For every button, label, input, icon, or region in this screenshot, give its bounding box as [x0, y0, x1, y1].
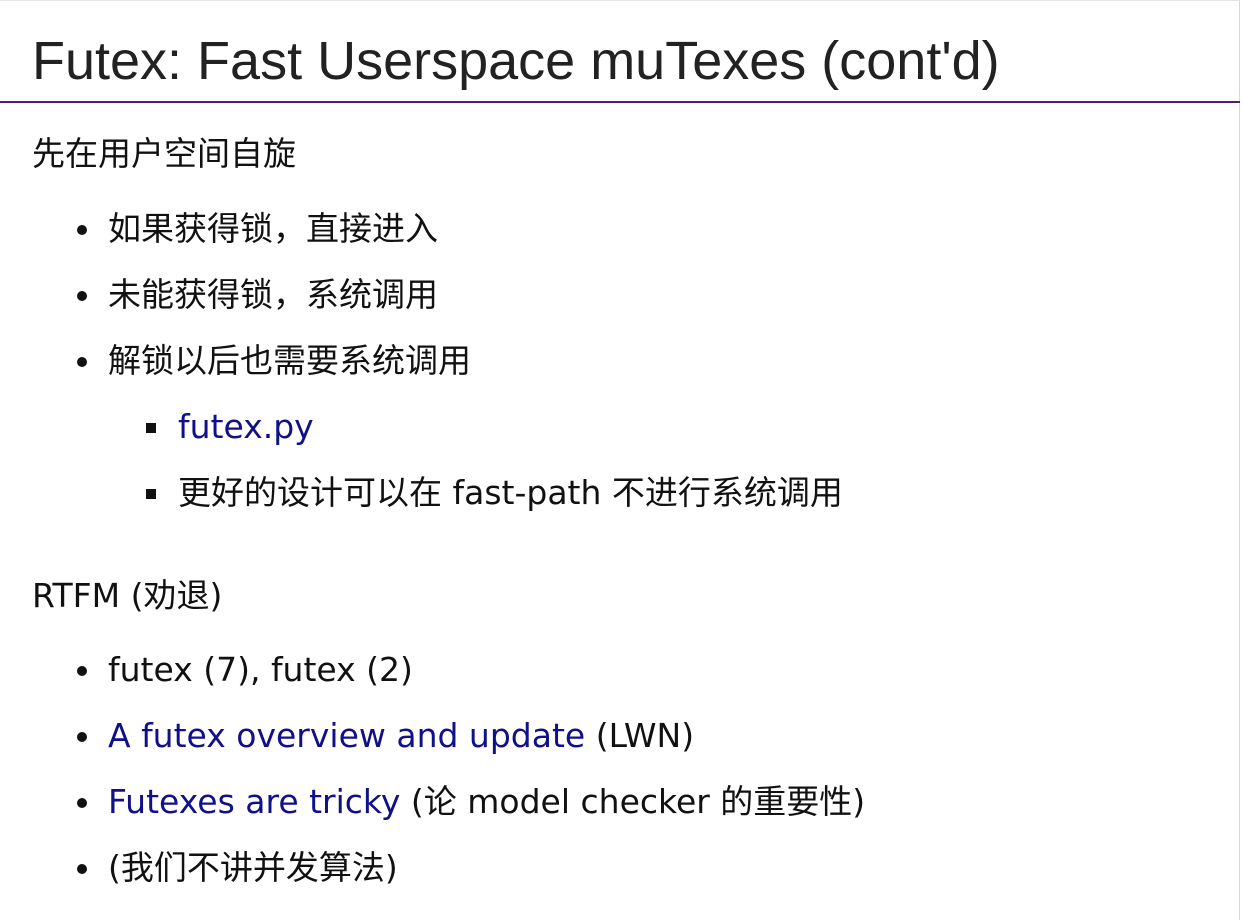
bullet-disc-icon [77, 864, 87, 874]
section-heading-rtfm: RTFM (劝退) [32, 576, 223, 615]
list-item: 未能获得锁，系统调用 [0, 273, 843, 339]
bullet-disc-icon [77, 666, 87, 676]
list-item: A futex overview and update (LWN) [0, 714, 865, 780]
list-item: Futexes are tricky (论 model checker 的重要性… [0, 780, 865, 846]
list-item-text: 未能获得锁，系统调用 [108, 275, 438, 314]
list-item-text: 更好的设计可以在 fast-path 不进行系统调用 [178, 473, 843, 512]
list-item-text: 解锁以后也需要系统调用 [108, 341, 471, 380]
bullet-disc-icon [77, 798, 87, 808]
list-item: 解锁以后也需要系统调用 [0, 339, 843, 405]
bullet-square-icon [146, 489, 156, 499]
title-divider [0, 101, 1240, 103]
section-heading-spin: 先在用户空间自旋 [32, 134, 296, 173]
rtfm-bullet-list: futex (7), futex (2) A futex overview an… [0, 648, 865, 912]
list-item-suffix: (论 model checker 的重要性) [400, 782, 866, 821]
list-item-text: (我们不讲并发算法) [108, 848, 398, 887]
list-item: futex.py [0, 405, 843, 471]
lwn-futex-overview-link[interactable]: A futex overview and update [108, 716, 585, 755]
list-item-text: futex (7), futex (2) [108, 650, 413, 689]
list-item: 如果获得锁，直接进入 [0, 207, 843, 273]
spin-bullet-list: 如果获得锁，直接进入 未能获得锁，系统调用 解锁以后也需要系统调用 futex.… [0, 207, 843, 537]
list-item-text: 如果获得锁，直接进入 [108, 209, 438, 248]
bullet-disc-icon [77, 291, 87, 301]
futexes-are-tricky-link[interactable]: Futexes are tricky [108, 782, 400, 821]
bullet-disc-icon [77, 225, 87, 235]
futex-py-link[interactable]: futex.py [178, 407, 314, 446]
list-item-suffix: (LWN) [585, 716, 695, 755]
bullet-disc-icon [77, 732, 87, 742]
slide: Futex: Fast Userspace muTexes (cont'd) 先… [0, 0, 1240, 920]
list-item: 更好的设计可以在 fast-path 不进行系统调用 [0, 471, 843, 537]
page-title: Futex: Fast Userspace muTexes (cont'd) [32, 31, 1000, 91]
list-item: (我们不讲并发算法) [0, 846, 865, 912]
list-item: futex (7), futex (2) [0, 648, 865, 714]
bullet-square-icon [146, 423, 156, 433]
bullet-disc-icon [77, 357, 87, 367]
